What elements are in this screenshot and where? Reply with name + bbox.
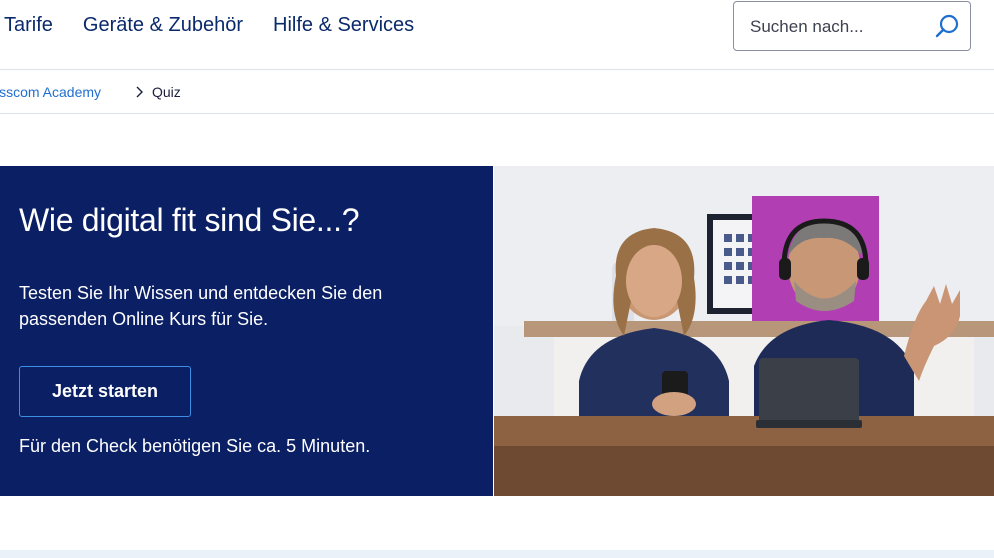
hero-title: Wie digital fit sind Sie...?	[19, 202, 360, 238]
top-navigation: Tarife Geräte & Zubehör Hilfe & Services	[0, 0, 994, 70]
search-icon[interactable]	[934, 14, 960, 40]
section-divider	[0, 550, 994, 558]
hero-photo	[494, 166, 994, 496]
hero-duration-note: Für den Check benötigen Sie ca. 5 Minute…	[19, 436, 371, 456]
chevron-right-icon	[136, 86, 143, 98]
main-nav: Tarife Geräte & Zubehör Hilfe & Services	[4, 12, 444, 38]
nav-item-geraete-zubehoer[interactable]: Geräte & Zubehör	[83, 12, 243, 38]
nav-item-tarife[interactable]: Tarife	[4, 12, 53, 38]
hero-photo-illustration	[494, 166, 994, 496]
start-quiz-button[interactable]: Jetzt starten	[19, 366, 191, 417]
breadcrumb: isscom Academy Quiz	[0, 70, 994, 114]
hero-description: Testen Sie Ihr Wissen und entdecken Sie …	[19, 283, 383, 329]
nav-item-hilfe-services[interactable]: Hilfe & Services	[273, 12, 414, 38]
breadcrumb-current: Quiz	[152, 84, 181, 100]
search-box	[733, 1, 971, 51]
search-input[interactable]	[750, 14, 920, 40]
breadcrumb-link-academy[interactable]: isscom Academy	[0, 84, 101, 100]
hero-panel: Wie digital fit sind Sie...? Testen Sie …	[0, 166, 493, 496]
